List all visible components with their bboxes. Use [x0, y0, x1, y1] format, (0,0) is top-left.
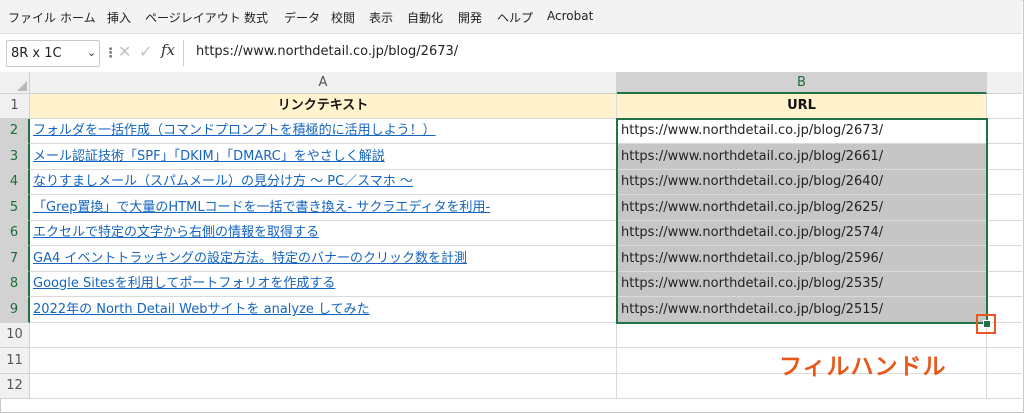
menu-insert[interactable]: 挿入 [107, 9, 131, 26]
url-cell[interactable]: https://www.northdetail.co.jp/blog/2661/ [617, 144, 987, 170]
column-header-c[interactable] [987, 72, 1022, 94]
menu-developer[interactable]: 開発 [458, 9, 482, 26]
enter-check-icon[interactable]: ✓ [139, 42, 152, 61]
cell-b10[interactable] [617, 323, 987, 348]
menu-automate[interactable]: 自動化 [407, 9, 443, 26]
insert-function-icon[interactable]: fx [161, 41, 175, 59]
name-box-value: 8R x 1C [11, 46, 62, 61]
cell-c5[interactable] [987, 195, 1022, 221]
cancel-icon[interactable]: ✕ [118, 42, 131, 61]
formula-input[interactable]: https://www.northdetail.co.jp/blog/2673/ [196, 44, 458, 59]
link-cell[interactable]: 「Grep置換」で大量のHTMLコードを一括で書き換え- サクラエディタを利用- [30, 195, 617, 221]
menu-page-layout[interactable]: ページレイアウト [145, 9, 241, 26]
cell-a12[interactable] [30, 374, 617, 399]
row-header-8[interactable]: 8 [0, 272, 30, 297]
chevron-down-icon[interactable]: ⌄ [87, 46, 96, 59]
row-header-6[interactable]: 6 [0, 221, 30, 246]
row-header-2[interactable]: 2 [0, 119, 30, 144]
menu-view[interactable]: 表示 [369, 9, 393, 26]
menu-bar: ファイル ホーム 挿入 ページレイアウト 数式 データ 校閲 表示 自動化 開発… [0, 0, 1022, 34]
link-cell[interactable]: なりすましメール（スパムメール）の見分け方 〜 PC／スマホ 〜 [30, 170, 617, 195]
cell-c12[interactable] [987, 374, 1022, 399]
fill-handle-highlight [976, 314, 996, 334]
menu-home[interactable]: ホーム [60, 9, 96, 26]
cell-c2[interactable] [987, 119, 1022, 144]
row-header-11[interactable]: 11 [0, 348, 30, 374]
url-cell[interactable]: https://www.northdetail.co.jp/blog/2574/ [617, 221, 987, 246]
spreadsheet-grid[interactable]: A B 1 2 3 4 5 6 7 8 9 10 11 12 リンクテキスト U… [0, 72, 1022, 412]
cell-c3[interactable] [987, 144, 1022, 170]
row-header-3[interactable]: 3 [0, 144, 30, 170]
select-all-icon [17, 81, 27, 91]
row-header-9[interactable]: 9 [0, 297, 30, 323]
menu-file[interactable]: ファイル [8, 9, 56, 26]
url-cell-active[interactable]: https://www.northdetail.co.jp/blog/2673/ [617, 119, 987, 144]
menu-help[interactable]: ヘルプ [497, 9, 533, 26]
link-cell[interactable]: 2022年の North Detail Webサイトを analyze してみた [30, 297, 617, 323]
url-cell[interactable]: https://www.northdetail.co.jp/blog/2596/ [617, 246, 987, 272]
row-header-4[interactable]: 4 [0, 170, 30, 195]
table-header-link-text[interactable]: リンクテキスト [30, 94, 617, 119]
url-cell[interactable]: https://www.northdetail.co.jp/blog/2640/ [617, 170, 987, 195]
column-header-a[interactable]: A [30, 72, 617, 94]
formula-bar-divider [183, 40, 184, 66]
row-header-1[interactable]: 1 [0, 94, 30, 119]
link-cell[interactable]: フォルダを一括作成（コマンドプロンプトを積極的に活用しよう！） [30, 119, 617, 144]
row-header-5[interactable]: 5 [0, 195, 30, 221]
link-cell[interactable]: メール認証技術「SPF」「DKIM」「DMARC」をやさしく解説 [30, 144, 617, 170]
table-header-url[interactable]: URL [617, 94, 987, 119]
row-header-10[interactable]: 10 [0, 323, 30, 348]
cell-a11[interactable] [30, 348, 617, 374]
cell-c11[interactable] [987, 348, 1022, 374]
cell-c7[interactable] [987, 246, 1022, 272]
menu-review[interactable]: 校閲 [331, 9, 355, 26]
url-cell[interactable]: https://www.northdetail.co.jp/blog/2535/ [617, 272, 987, 297]
select-all-corner[interactable] [0, 72, 30, 94]
fill-handle-label: フィルハンドル [779, 354, 947, 380]
formula-bar: 8R x 1C ⌄ ⋮ ✕ ✓ fx https://www.northdeta… [0, 34, 1022, 72]
cell-a10[interactable] [30, 323, 617, 348]
link-cell[interactable]: GA4 イベントトラッキングの設定方法。特定のバナーのクリック数を計測 [30, 246, 617, 272]
column-header-b[interactable]: B [617, 72, 987, 94]
menu-formulas[interactable]: 数式 [244, 9, 268, 26]
menu-data[interactable]: データ [284, 9, 320, 26]
cell-c8[interactable] [987, 272, 1022, 297]
link-cell[interactable]: Google Sitesを利用してポートフォリオを作成する [30, 272, 617, 297]
url-cell[interactable]: https://www.northdetail.co.jp/blog/2625/ [617, 195, 987, 221]
name-box[interactable]: 8R x 1C ⌄ [6, 40, 100, 67]
cell-c1[interactable] [987, 94, 1022, 119]
menu-acrobat[interactable]: Acrobat [547, 9, 593, 23]
more-options-icon[interactable]: ⋮ [104, 46, 117, 61]
cell-c4[interactable] [987, 170, 1022, 195]
row-header-12[interactable]: 12 [0, 374, 30, 399]
link-cell[interactable]: エクセルで特定の文字から右側の情報を取得する [30, 221, 617, 246]
url-cell[interactable]: https://www.northdetail.co.jp/blog/2515/ [617, 297, 987, 323]
cell-c6[interactable] [987, 221, 1022, 246]
row-header-7[interactable]: 7 [0, 246, 30, 272]
